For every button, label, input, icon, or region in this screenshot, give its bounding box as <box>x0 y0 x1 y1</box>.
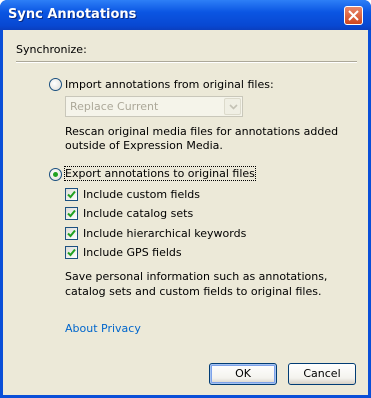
import-description-line1: Rescan original media files for annotati… <box>65 125 339 138</box>
include-gps-fields-label[interactable]: Include GPS fields <box>83 246 182 259</box>
cancel-button[interactable]: Cancel <box>288 363 356 385</box>
close-icon <box>348 10 359 21</box>
checkmark-icon <box>67 209 76 218</box>
import-radio[interactable] <box>49 78 62 91</box>
include-custom-fields-checkbox[interactable] <box>65 188 78 201</box>
import-description-line2: outside of Expression Media. <box>65 139 223 152</box>
title-bar[interactable]: Sync Annotations <box>0 0 371 30</box>
window-title: Sync Annotations <box>8 7 137 22</box>
checkmark-icon <box>67 229 76 238</box>
include-hierarchical-keywords-checkbox[interactable] <box>65 227 78 240</box>
group-separator <box>16 61 357 63</box>
import-radio-label[interactable]: Import annotations from original files: <box>65 78 274 91</box>
synchronize-group-label: Synchronize: <box>16 43 87 56</box>
ok-button[interactable]: OK <box>209 363 277 385</box>
export-radio-label[interactable]: Export annotations to original files <box>64 166 256 181</box>
dialog-body: Synchronize: Import annotations from ori… <box>3 30 368 395</box>
import-mode-dropdown[interactable]: Replace Current <box>65 96 243 117</box>
sync-annotations-dialog: Sync Annotations Synchronize: Import ann… <box>0 0 371 398</box>
close-button[interactable] <box>344 6 363 25</box>
include-gps-fields-checkbox[interactable] <box>65 246 78 259</box>
about-privacy-link[interactable]: About Privacy <box>65 322 141 335</box>
import-mode-value: Replace Current <box>70 100 159 113</box>
chevron-down-icon <box>229 104 238 110</box>
dropdown-button[interactable] <box>224 98 241 115</box>
checkmark-icon <box>67 190 76 199</box>
include-hierarchical-keywords-label[interactable]: Include hierarchical keywords <box>83 227 246 240</box>
include-catalog-sets-checkbox[interactable] <box>65 207 78 220</box>
include-custom-fields-label[interactable]: Include custom fields <box>83 188 200 201</box>
include-catalog-sets-label[interactable]: Include catalog sets <box>83 207 193 220</box>
export-description-line1: Save personal information such as annota… <box>65 270 328 283</box>
export-radio[interactable] <box>49 168 62 181</box>
export-description-line2: catalog sets and custom fields to origin… <box>65 285 322 298</box>
checkmark-icon <box>67 248 76 257</box>
